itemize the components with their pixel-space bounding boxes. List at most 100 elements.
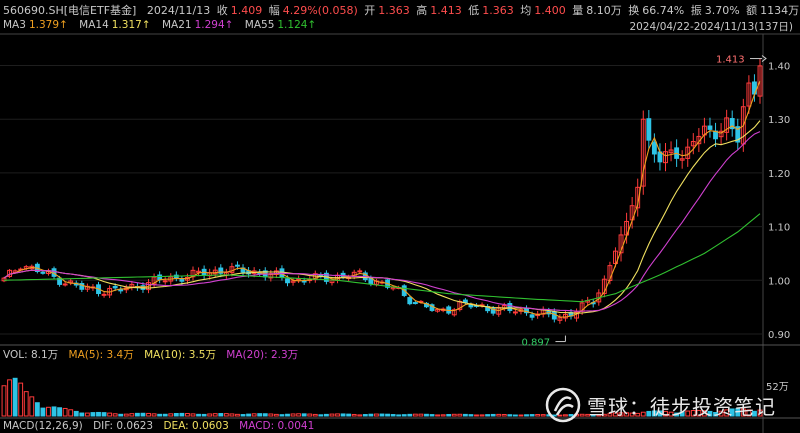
volume-bar: [46, 406, 51, 417]
y-tick-label: 1.20: [768, 169, 790, 180]
volume-bar: [385, 413, 390, 417]
volume-bar: [290, 413, 296, 417]
macd-dif: DIF: 0.0623: [93, 420, 154, 432]
volume-bar: [140, 412, 146, 417]
volume-legend: VOL: 8.1万 MA(5): 3.4万 MA(10): 3.5万 MA(20…: [3, 347, 301, 362]
candle-body: [407, 297, 413, 305]
volume-bar: [96, 411, 101, 417]
candle-body: [162, 280, 168, 283]
volume-bar: [7, 379, 12, 417]
high-annotation: 1.413: [716, 55, 745, 66]
volume-bar: [134, 412, 140, 417]
volume-bar: [424, 413, 429, 417]
volume-bar: [307, 413, 313, 417]
volume-bar: [84, 412, 90, 417]
candle-body: [646, 118, 652, 141]
volume-bar: [518, 414, 524, 417]
volume-bar: [374, 413, 379, 417]
vol-ma20: MA(20): 2.3万: [226, 349, 299, 361]
volume-bar: [329, 413, 335, 417]
volume-bar: [485, 414, 491, 417]
volume-bar: [168, 413, 174, 417]
volume-bar: [68, 409, 74, 417]
volume-bar: [173, 413, 179, 417]
volume-bar: [179, 412, 185, 417]
volume-bar: [162, 413, 168, 417]
volume-bar: [146, 412, 151, 417]
volume-bar: [101, 412, 107, 417]
volume-bar: [501, 414, 507, 417]
volume-bar: [335, 413, 340, 417]
volume-bar: [251, 413, 257, 417]
volume-bar: [157, 413, 163, 417]
volume-bar: [440, 414, 446, 417]
volume-bar: [235, 413, 240, 417]
volume-bar: [279, 414, 285, 417]
volume-bar: [296, 413, 302, 417]
volume-bar: [57, 407, 63, 417]
low-annotation: 0.897: [521, 338, 550, 349]
volume-bar: [529, 414, 535, 417]
volume-bar: [390, 414, 396, 417]
volume-bar: [18, 382, 24, 417]
volume-bar: [323, 413, 329, 417]
volume-bar: [73, 410, 79, 417]
volume-bar: [218, 413, 224, 417]
y-tick-label: 1.10: [768, 223, 790, 234]
y-tick-label: 1.40: [768, 62, 790, 73]
volume-bar: [273, 413, 279, 417]
macd-label: MACD(12,26,9): [3, 420, 83, 432]
volume-bar: [62, 407, 68, 417]
volume-bar: [479, 414, 485, 417]
volume-bar: [446, 413, 452, 417]
volume-bar: [468, 414, 474, 417]
vol-value: VOL: 8.1万: [3, 349, 59, 361]
volume-bar: [401, 414, 407, 417]
volume-bar: [212, 413, 218, 417]
volume-bar: [201, 413, 207, 417]
volume-bar: [29, 396, 35, 417]
volume-bar: [207, 413, 213, 417]
volume-bar: [407, 413, 413, 417]
volume-bar: [34, 402, 40, 417]
candle-body: [112, 286, 118, 289]
volume-bar: [190, 413, 196, 417]
candle-body: [412, 302, 418, 305]
volume-bar: [412, 413, 418, 417]
volume-bar: [340, 413, 346, 417]
volume-bar: [318, 414, 324, 417]
volume-bar: [118, 413, 124, 417]
watermark: 雪球：徒步投资笔记: [545, 385, 776, 425]
candle-body: [512, 311, 518, 314]
volume-bar: [312, 413, 318, 417]
volume-bar: [357, 414, 363, 417]
volume-bar: [151, 413, 157, 417]
volume-bar: [301, 413, 307, 417]
candle-body: [40, 271, 46, 274]
volume-bar: [240, 414, 246, 417]
volume-bar: [90, 412, 96, 417]
volume-bar: [123, 413, 129, 417]
volume-bar: [368, 413, 374, 417]
y-tick-label: 1.30: [768, 115, 790, 126]
volume-bar: [107, 412, 113, 417]
volume-bar: [262, 413, 268, 417]
watermark-text: 雪球：徒步投资笔记: [587, 394, 776, 419]
candle-body: [357, 270, 363, 273]
volume-bar: [535, 414, 541, 417]
candle-body: [179, 279, 185, 282]
volume-bar: [223, 413, 229, 417]
volume-bar: [490, 413, 496, 417]
volume-bar: [435, 414, 441, 417]
macd-value: MACD: 0.0041: [239, 420, 315, 432]
volume-bar: [351, 413, 357, 417]
volume-bar: [507, 414, 513, 417]
volume-bar: [362, 414, 368, 417]
y-tick-label: 1.00: [768, 276, 790, 287]
macd-dea: DEA: 0.0603: [163, 420, 229, 432]
volume-bar: [285, 413, 290, 417]
candle-body: [101, 293, 107, 296]
volume-bar: [246, 413, 252, 417]
volume-bar: [379, 413, 385, 417]
y-tick-label: 0.90: [768, 330, 790, 341]
